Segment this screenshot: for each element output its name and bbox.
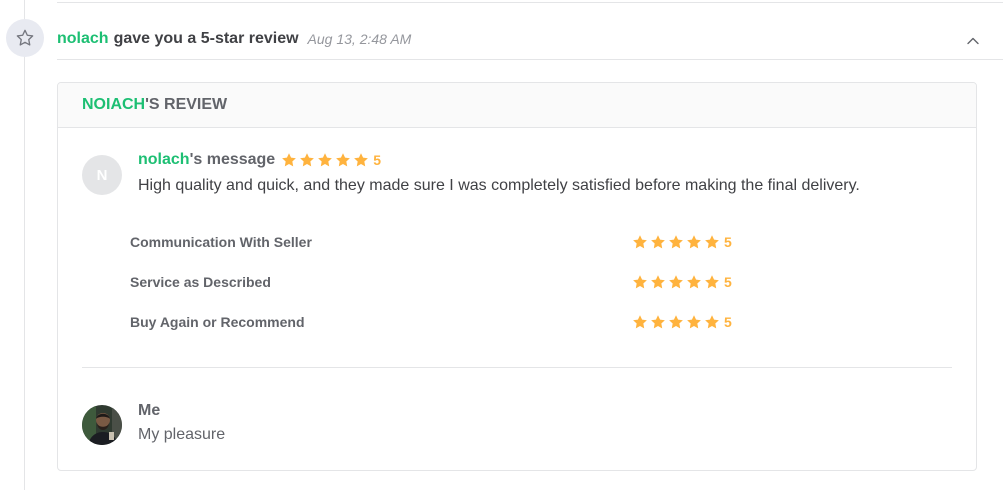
review-message-title: nolach 's message 5 <box>138 151 381 169</box>
review-card: NOIACH 'S REVIEW N nolach 's message 5 H… <box>57 82 977 471</box>
sub-rating-value: 5 <box>724 314 732 330</box>
review-heading-suffix: 'S REVIEW <box>145 96 228 113</box>
event-text: gave you a 5-star review <box>113 30 299 47</box>
star-icon <box>633 315 647 329</box>
review-message-body: High quality and quick, and they made su… <box>138 177 860 194</box>
star-icon <box>651 275 665 289</box>
star-icon <box>687 235 701 249</box>
star-icon <box>705 275 719 289</box>
reviewer-avatar[interactable]: N <box>82 155 122 195</box>
reply-text: My pleasure <box>138 426 226 443</box>
chevron-up-icon[interactable] <box>965 33 981 49</box>
star-icon <box>354 153 369 167</box>
message-title-suffix: 's message <box>189 151 276 168</box>
sub-rating-value: 5 <box>724 274 732 290</box>
sub-rating-stars <box>632 314 720 330</box>
top-divider <box>57 2 1003 3</box>
overall-rating-stars <box>281 152 369 168</box>
star-icon <box>687 275 701 289</box>
star-icon <box>336 153 351 167</box>
sub-rating-label: Buy Again or Recommend <box>130 314 305 330</box>
overall-rating-value: 5 <box>373 152 381 168</box>
star-icon <box>651 315 665 329</box>
star-icon <box>669 275 683 289</box>
sub-rating-stars <box>632 234 720 250</box>
card-divider <box>82 367 952 368</box>
message-username-link[interactable]: nolach <box>138 151 190 169</box>
star-icon <box>633 235 647 249</box>
star-icon <box>705 315 719 329</box>
event-header: nolach gave you a 5-star review Aug 13, … <box>57 28 411 50</box>
sub-rating-row: Service as Described 5 <box>130 272 770 292</box>
sub-rating-row: Buy Again or Recommend 5 <box>130 312 770 332</box>
star-icon <box>687 315 701 329</box>
sub-rating-label: Communication With Seller <box>130 234 312 250</box>
review-heading-user: NOIACH <box>82 96 146 113</box>
star-icon <box>633 275 647 289</box>
star-icon <box>282 153 297 167</box>
sub-rating-row: Communication With Seller 5 <box>130 232 770 252</box>
star-icon <box>300 153 315 167</box>
reply-author: Me <box>138 402 161 419</box>
timeline-line <box>24 0 25 490</box>
star-icon <box>651 235 665 249</box>
event-timestamp: Aug 13, 2:48 AM <box>307 31 412 47</box>
reviewer-username-link[interactable]: nolach <box>57 30 109 48</box>
star-icon <box>705 235 719 249</box>
sub-rating-stars <box>632 274 720 290</box>
star-outline-icon <box>6 19 44 57</box>
header-divider <box>57 59 1003 60</box>
sub-rating-value: 5 <box>724 234 732 250</box>
my-avatar[interactable] <box>82 405 122 445</box>
sub-rating-label: Service as Described <box>130 274 271 290</box>
star-icon <box>669 235 683 249</box>
review-card-heading: NOIACH 'S REVIEW <box>58 83 976 128</box>
star-icon <box>318 153 333 167</box>
star-icon <box>669 315 683 329</box>
